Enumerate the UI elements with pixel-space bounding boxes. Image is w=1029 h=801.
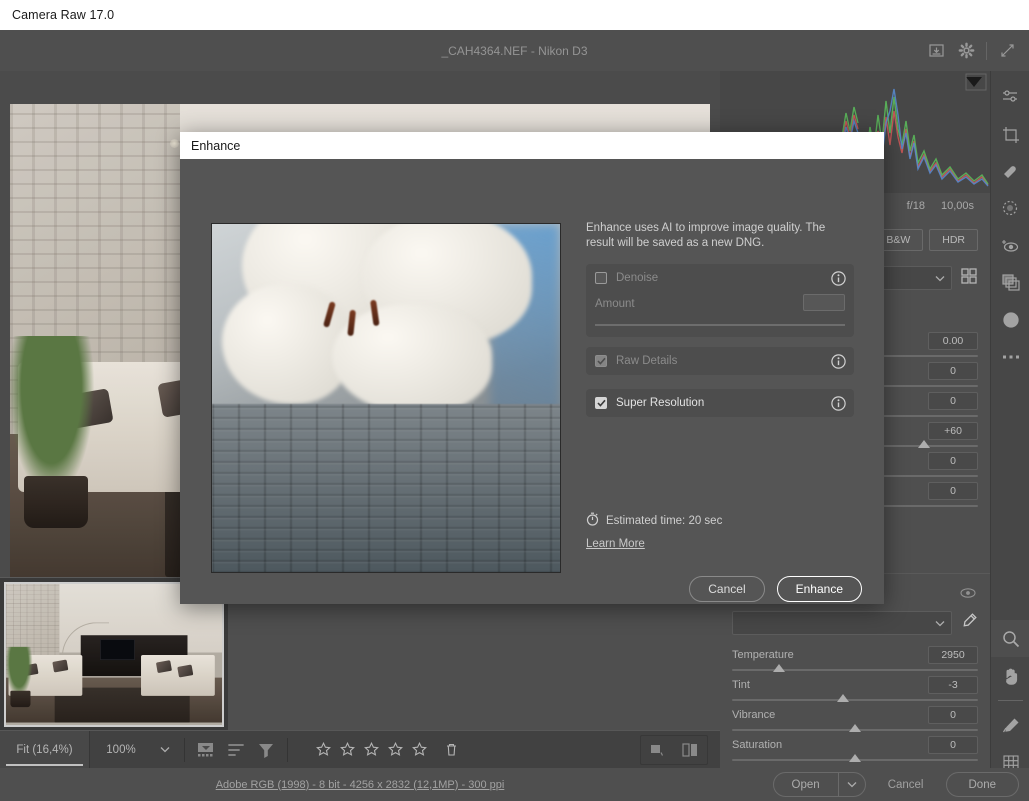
- denoise-option-group: Denoise Amount: [586, 264, 854, 337]
- raw-details-label: Raw Details: [616, 355, 677, 367]
- amount-label: Amount: [595, 298, 635, 310]
- enhance-cancel-button[interactable]: Cancel: [689, 576, 764, 602]
- super-resolution-row: Super Resolution: [586, 389, 854, 417]
- amount-value-field[interactable]: [803, 294, 845, 311]
- enhance-preview[interactable]: Enhanced: [211, 223, 561, 573]
- camera-raw-app: _CAH4364.NEF - Nikon D3: [0, 30, 1029, 801]
- learn-more-link[interactable]: Learn More: [586, 538, 645, 550]
- denoise-amount-row: Amount: [586, 292, 854, 332]
- enhance-description: Enhance uses AI to improve image quality…: [586, 221, 854, 251]
- os-window-title: Camera Raw 17.0: [12, 8, 114, 22]
- enhance-dialog-body: Enhanced Enhance uses AI to improve imag…: [180, 159, 884, 604]
- enhance-confirm-button[interactable]: Enhance: [777, 576, 862, 602]
- preview-brick-wall: [212, 404, 561, 573]
- enhance-dialog-buttons: Cancel Enhance: [689, 576, 862, 602]
- enhance-dialog-title: Enhance: [191, 139, 240, 153]
- denoise-row: Denoise: [586, 264, 854, 292]
- amount-slider-track[interactable]: [595, 324, 845, 326]
- os-window-titlebar: Camera Raw 17.0: [0, 0, 1029, 30]
- super-resolution-label: Super Resolution: [616, 397, 704, 409]
- raw-details-option-group: Raw Details: [586, 347, 854, 375]
- denoise-info-icon[interactable]: [831, 271, 846, 286]
- raw-details-checkbox[interactable]: [595, 355, 607, 367]
- enhance-dialog: Enhance Enhanced Enhance uses AI to impr…: [180, 132, 884, 604]
- raw-details-row: Raw Details: [586, 347, 854, 375]
- super-resolution-option-group: Super Resolution: [586, 389, 854, 417]
- stopwatch-icon: [586, 512, 599, 529]
- raw-details-info-icon[interactable]: [831, 354, 846, 369]
- denoise-label: Denoise: [616, 272, 658, 284]
- super-resolution-checkbox[interactable]: [595, 397, 607, 409]
- enhance-dialog-titlebar: Enhance: [180, 132, 884, 159]
- estimated-time-row: Estimated time: 20 sec: [586, 512, 722, 529]
- denoise-checkbox[interactable]: [595, 272, 607, 284]
- estimated-time-text: Estimated time: 20 sec: [606, 515, 722, 527]
- super-resolution-info-icon[interactable]: [831, 396, 846, 411]
